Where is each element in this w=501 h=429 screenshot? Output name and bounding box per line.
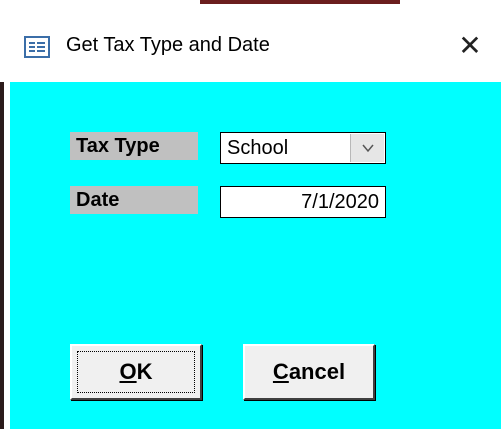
date-field[interactable]: 7/1/2020: [220, 186, 386, 218]
cancel-button-accelerator: C: [272, 359, 289, 384]
tax-type-value: School: [227, 137, 289, 159]
tax-type-combobox[interactable]: School: [220, 132, 386, 164]
form-window-icon: [24, 36, 50, 58]
date-label: Date: [70, 186, 198, 214]
background-window-edge: [200, 0, 400, 4]
tax-type-label: Tax Type: [70, 132, 198, 160]
form-client-area: Tax Type School Date 7/1/2020 OK Cancel: [10, 82, 501, 429]
ok-button-label: K: [136, 359, 153, 384]
cancel-button-label: ancel: [288, 359, 346, 384]
ok-button[interactable]: OK: [70, 344, 202, 400]
top-strip: [0, 0, 501, 10]
dropdown-button[interactable]: [350, 134, 384, 162]
left-edge: [0, 82, 10, 429]
ok-button-accelerator: O: [119, 359, 137, 384]
dialog-window: Get Tax Type and Date ✕ Tax Type School …: [0, 0, 501, 429]
cancel-button[interactable]: Cancel: [243, 344, 375, 400]
close-icon[interactable]: ✕: [448, 24, 492, 68]
date-value: 7/1/2020: [301, 191, 379, 213]
window-title: Get Tax Type and Date: [66, 34, 270, 56]
chevron-down-icon: [362, 144, 374, 153]
title-bar[interactable]: Get Tax Type and Date ✕: [0, 10, 501, 82]
